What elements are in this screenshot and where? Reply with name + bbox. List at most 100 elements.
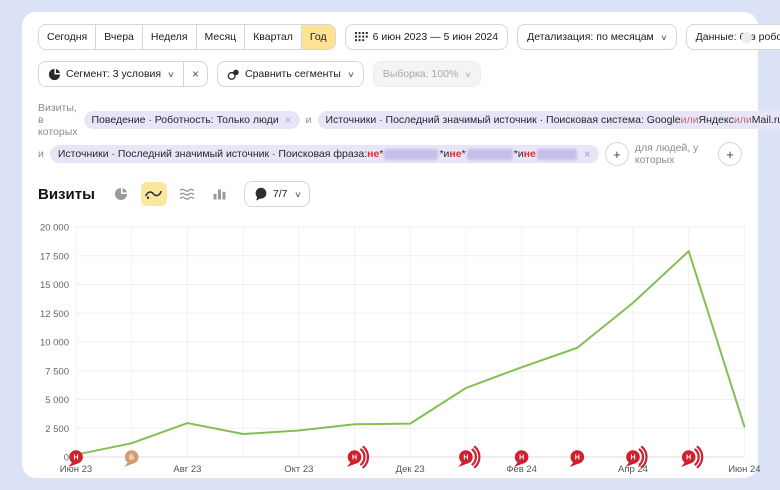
pie-chart-icon: [48, 68, 61, 81]
x-axis-label: Фев 24: [506, 464, 537, 475]
data-mode-dropdown[interactable]: Данные: без роботов ∨: [686, 24, 780, 50]
chip-text: не: [449, 148, 461, 160]
segment-clear-button[interactable]: ×: [183, 61, 208, 87]
annotation-letter: Н: [630, 455, 635, 462]
y-axis-label: 7 500: [45, 366, 69, 377]
y-axis-label: 2 500: [45, 424, 69, 435]
sampling-dropdown[interactable]: Выборка: 100% ∨: [373, 61, 481, 87]
x-axis-label: Июн 23: [60, 464, 92, 475]
chip-text: Источники · Последний значимый источник …: [58, 148, 367, 160]
close-icon: ×: [192, 67, 199, 81]
help-icon[interactable]: [741, 32, 752, 43]
chart-title: Визиты: [38, 186, 95, 203]
chart-type-stacked-button[interactable]: [174, 182, 200, 206]
compare-segments-label: Сравнить сегменты: [245, 68, 341, 80]
chip-text: Яндекс: [699, 114, 734, 126]
filter-row-2: и Источники · Последний значимый источни…: [38, 142, 742, 166]
chart-type-line-button[interactable]: [141, 182, 167, 206]
and-connector: и: [38, 148, 44, 160]
annotations-count: 7/7: [273, 188, 288, 200]
top-toolbar: СегодняВчераНеделяМесяцКварталГод 6 июн …: [38, 24, 742, 50]
chip-text: или: [681, 114, 699, 126]
visits-line-chart[interactable]: 02 5005 0007 50010 00012 50015 00017 500…: [34, 217, 748, 481]
y-axis-label: 15 000: [40, 280, 69, 291]
line-chart-icon: [145, 187, 162, 201]
chart-header: Визиты: [38, 181, 742, 207]
chevron-down-icon: ∨: [294, 190, 302, 199]
y-axis-label: 12 500: [40, 309, 69, 320]
pie-chart-icon: [114, 187, 128, 201]
comment-bubble-icon: [254, 187, 268, 201]
period-tab-квартал[interactable]: Квартал: [245, 24, 302, 50]
chip-close-icon[interactable]: ×: [285, 115, 292, 125]
chip-text: *: [462, 148, 466, 160]
annotation-letter: Б: [129, 455, 134, 462]
annotation-letter: Н: [352, 455, 357, 462]
chip-text: не: [367, 148, 379, 160]
x-axis-labels: Июн 23Авг 23Окт 23Дек 23Фев 24Апр 24Июн …: [60, 464, 761, 475]
redacted-text: [384, 149, 438, 160]
add-visit-condition-button[interactable]: +: [605, 142, 629, 166]
date-range-button[interactable]: 6 июн 2023 — 5 июн 2024: [345, 24, 508, 50]
compare-segments-dropdown[interactable]: Сравнить сегменты ∨: [217, 61, 364, 87]
period-tab-вчера[interactable]: Вчера: [96, 24, 143, 50]
calendar-icon: [355, 32, 368, 43]
chip-close-icon[interactable]: ×: [584, 149, 591, 159]
chart-type-columns-button[interactable]: [207, 182, 233, 206]
chip-text: или: [734, 114, 752, 126]
segment-toolbar: Сегмент: 3 условия ∨ × Сравнить сегменты…: [38, 61, 742, 87]
annotation-letter: Н: [519, 455, 524, 462]
columns-chart-icon: [212, 187, 227, 201]
annotation-letter: Н: [686, 455, 691, 462]
chip-text: Mail.ru: [752, 114, 780, 126]
annotation-marker[interactable]: Н: [570, 450, 584, 467]
stacked-areas-icon: [179, 187, 195, 201]
period-tab-сегодня[interactable]: Сегодня: [38, 24, 96, 50]
filter-chip-search-engine[interactable]: Источники · Последний значимый источник …: [318, 111, 780, 129]
period-tab-неделя[interactable]: Неделя: [143, 24, 197, 50]
period-tabs: СегодняВчераНеделяМесяцКварталГод: [38, 24, 336, 50]
chevron-down-icon: ∨: [167, 70, 175, 79]
metrica-report-card: СегодняВчераНеделяМесяцКварталГод 6 июн …: [22, 12, 758, 478]
chevron-down-icon: ∨: [660, 33, 668, 42]
add-user-condition-button[interactable]: +: [718, 142, 742, 166]
annotation-marker[interactable]: Б: [124, 450, 138, 467]
chip-text: не: [524, 148, 536, 160]
annotation-marker[interactable]: Н: [681, 447, 702, 467]
chip-text: Поведение · Роботность: Только люди: [92, 114, 279, 126]
chart-type-pie-button[interactable]: [108, 182, 134, 206]
annotation-letter: Н: [575, 455, 580, 462]
y-axis-label: 17 500: [40, 251, 69, 262]
sampling-label: Выборка: 100%: [383, 68, 459, 80]
annotation-letter: Н: [73, 455, 78, 462]
detail-label: Детализация: по месяцам: [527, 31, 654, 43]
x-axis-label: Июн 24: [728, 464, 760, 475]
chip-text: Источники · Последний значимый источник …: [326, 114, 681, 126]
and-connector: и: [306, 114, 312, 126]
period-tab-месяц[interactable]: Месяц: [197, 24, 246, 50]
y-axis-label: 5 000: [45, 395, 69, 406]
annotation-marker[interactable]: Н: [347, 447, 368, 467]
chip-text: *: [379, 148, 383, 160]
filter-suffix-label: для людей, у которых: [635, 142, 712, 166]
segment-label: Сегмент: 3 условия: [66, 68, 161, 80]
annotation-marker[interactable]: Н: [458, 447, 479, 467]
chevron-down-icon: ∨: [464, 70, 472, 79]
segment-dropdown[interactable]: Сегмент: 3 условия ∨: [38, 61, 183, 87]
annotation-letter: Н: [463, 455, 468, 462]
segment-group: Сегмент: 3 условия ∨ ×: [38, 61, 208, 87]
y-axis-label: 0: [64, 453, 69, 464]
period-tab-год[interactable]: Год: [302, 24, 336, 50]
annotations-dropdown[interactable]: 7/7 ∨: [244, 181, 310, 207]
detail-dropdown[interactable]: Детализация: по месяцам ∨: [517, 24, 677, 50]
data-mode-label: Данные: без роботов: [696, 31, 780, 43]
filter-chip-robotness[interactable]: Поведение · Роботность: Только люди ×: [84, 111, 300, 129]
segment-conditions: Визиты, в которых Поведение · Роботность…: [38, 102, 742, 166]
plus-icon: +: [613, 147, 621, 162]
chevron-down-icon: ∨: [347, 70, 355, 79]
filter-row-1: Визиты, в которых Поведение · Роботность…: [38, 102, 742, 138]
x-axis-label: Авг 23: [173, 464, 201, 475]
y-axis-label: 20 000: [40, 223, 69, 234]
x-axis-label: Дек 23: [396, 464, 425, 475]
filter-chip-search-phrase[interactable]: Источники · Последний значимый источник …: [50, 145, 599, 163]
